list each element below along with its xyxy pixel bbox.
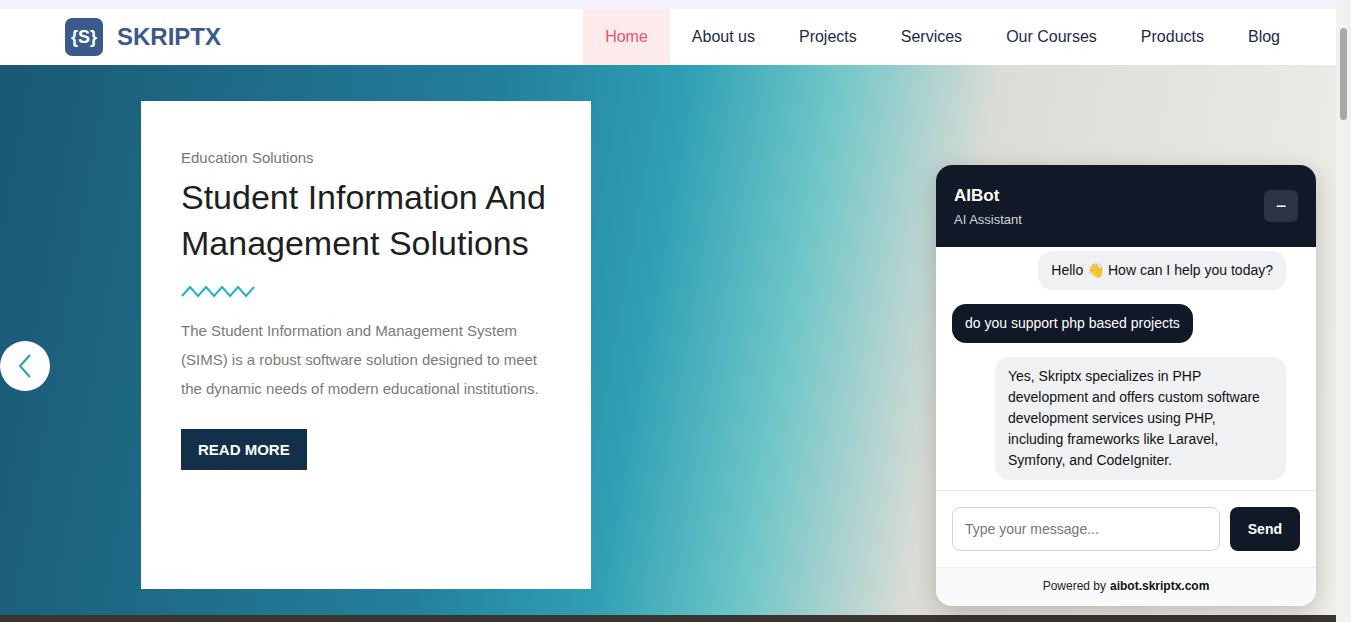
chat-subtitle: AI Assistant: [954, 212, 1022, 227]
prev-slide-button[interactable]: [0, 341, 50, 391]
chat-message: Yes, Skriptx specializes in PHP developm…: [995, 357, 1286, 480]
chevron-left-icon: [16, 353, 34, 379]
hero-text: The Student Information and Management S…: [181, 316, 551, 403]
chat-header: AIBot AI Assistant −: [936, 165, 1316, 247]
chat-title: AIBot: [954, 186, 1022, 206]
page: {S} SKRIPTX HomeAbout usProjectsServicesOu…: [0, 0, 1351, 622]
nav-item[interactable]: Products: [1119, 9, 1226, 65]
powered-by-label: Powered by: [1043, 579, 1106, 593]
chat-footer: Powered by aibot.skriptx.com: [936, 567, 1316, 606]
hero-title: Student Information And Management Solut…: [181, 174, 551, 266]
nav-item[interactable]: Blog: [1226, 9, 1302, 65]
chat-messages: Hello 👋 How can I help you today? do you …: [936, 247, 1316, 491]
logo-mark: {S}: [65, 18, 103, 56]
logo-name: SKRIPTX: [117, 23, 221, 51]
navbar: {S} SKRIPTX HomeAbout usProjectsServicesOu…: [0, 9, 1336, 65]
logo[interactable]: {S} SKRIPTX: [65, 9, 221, 65]
top-strip: [0, 0, 1336, 9]
nav-item[interactable]: About us: [670, 9, 777, 65]
bottom-strip: [0, 615, 1336, 622]
hero-eyebrow: Education Solutions: [181, 149, 551, 166]
chat-widget: AIBot AI Assistant − Hello 👋 How can I help…: [936, 165, 1316, 606]
send-button[interactable]: Send: [1230, 507, 1300, 551]
chat-title-group: AIBot AI Assistant: [954, 186, 1022, 227]
powered-by-link[interactable]: aibot.skriptx.com: [1110, 579, 1209, 593]
nav-menu: HomeAbout usProjectsServicesOur CoursesP…: [583, 9, 1302, 65]
zigzag-icon: [181, 284, 255, 298]
chat-message: do you support php based projects: [952, 304, 1193, 343]
nav-item[interactable]: Our Courses: [984, 9, 1119, 65]
nav-item[interactable]: Services: [879, 9, 984, 65]
read-more-button[interactable]: READ MORE: [181, 429, 307, 470]
scrollbar-thumb[interactable]: [1340, 28, 1347, 120]
message-input[interactable]: [952, 507, 1220, 551]
minimize-button[interactable]: −: [1264, 190, 1298, 222]
hero-slider: Education Solutions Student Information A…: [0, 65, 1336, 615]
hero-card: Education Solutions Student Information A…: [141, 101, 591, 589]
nav-item[interactable]: Home: [583, 9, 670, 65]
chat-input-bar: Send: [936, 491, 1316, 567]
nav-item[interactable]: Projects: [777, 9, 879, 65]
chat-message: Hello 👋 How can I help you today?: [1038, 251, 1286, 290]
page-scrollbar[interactable]: [1336, 0, 1351, 622]
page-content: {S} SKRIPTX HomeAbout usProjectsServicesOu…: [0, 0, 1336, 622]
